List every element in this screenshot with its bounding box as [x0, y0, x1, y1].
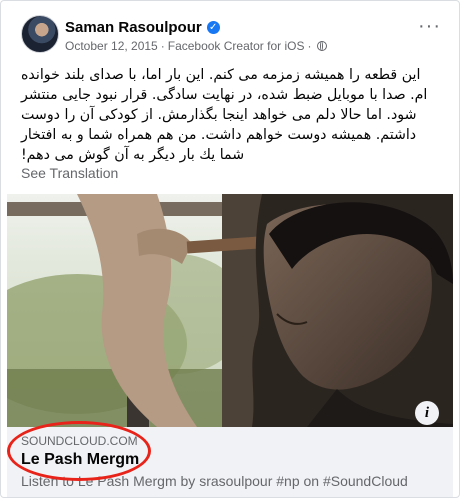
link-preview-info[interactable]: SOUNDCLOUD.COM Le Pash Mergm Listen to L… — [7, 427, 453, 497]
post-date[interactable]: October 12, 2015 — [65, 39, 158, 53]
post-card: Saman Rasoulpour ✓ October 12, 2015 · Fa… — [0, 0, 460, 498]
post-header: Saman Rasoulpour ✓ October 12, 2015 · Fa… — [21, 15, 445, 57]
meta-separator: · — [160, 39, 165, 53]
see-translation-link[interactable]: See Translation — [21, 165, 118, 181]
author-name[interactable]: Saman Rasoulpour — [65, 19, 202, 36]
link-description: Listen to Le Pash Mergm by srasoulpour #… — [21, 473, 408, 489]
post-source: Facebook Creator for iOS — [167, 39, 305, 53]
post-meta: October 12, 2015 · Facebook Creator for … — [65, 39, 328, 53]
link-domain: SOUNDCLOUD.COM — [21, 434, 138, 448]
link-title: Le Pash Mergm — [21, 451, 140, 468]
meta-separator: · — [307, 39, 312, 53]
avatar[interactable] — [21, 15, 59, 53]
author-line: Saman Rasoulpour ✓ — [65, 18, 220, 36]
more-options-icon[interactable]: ··· — [418, 16, 441, 36]
preview-photo — [7, 194, 453, 427]
globe-icon[interactable] — [317, 40, 328, 51]
info-icon[interactable]: i — [415, 401, 439, 425]
verified-badge-icon: ✓ — [206, 20, 220, 34]
link-preview-image[interactable]: i — [7, 194, 453, 427]
post-text: این قطعه را همیشه زمزمه می کنم. این بار … — [21, 67, 428, 163]
